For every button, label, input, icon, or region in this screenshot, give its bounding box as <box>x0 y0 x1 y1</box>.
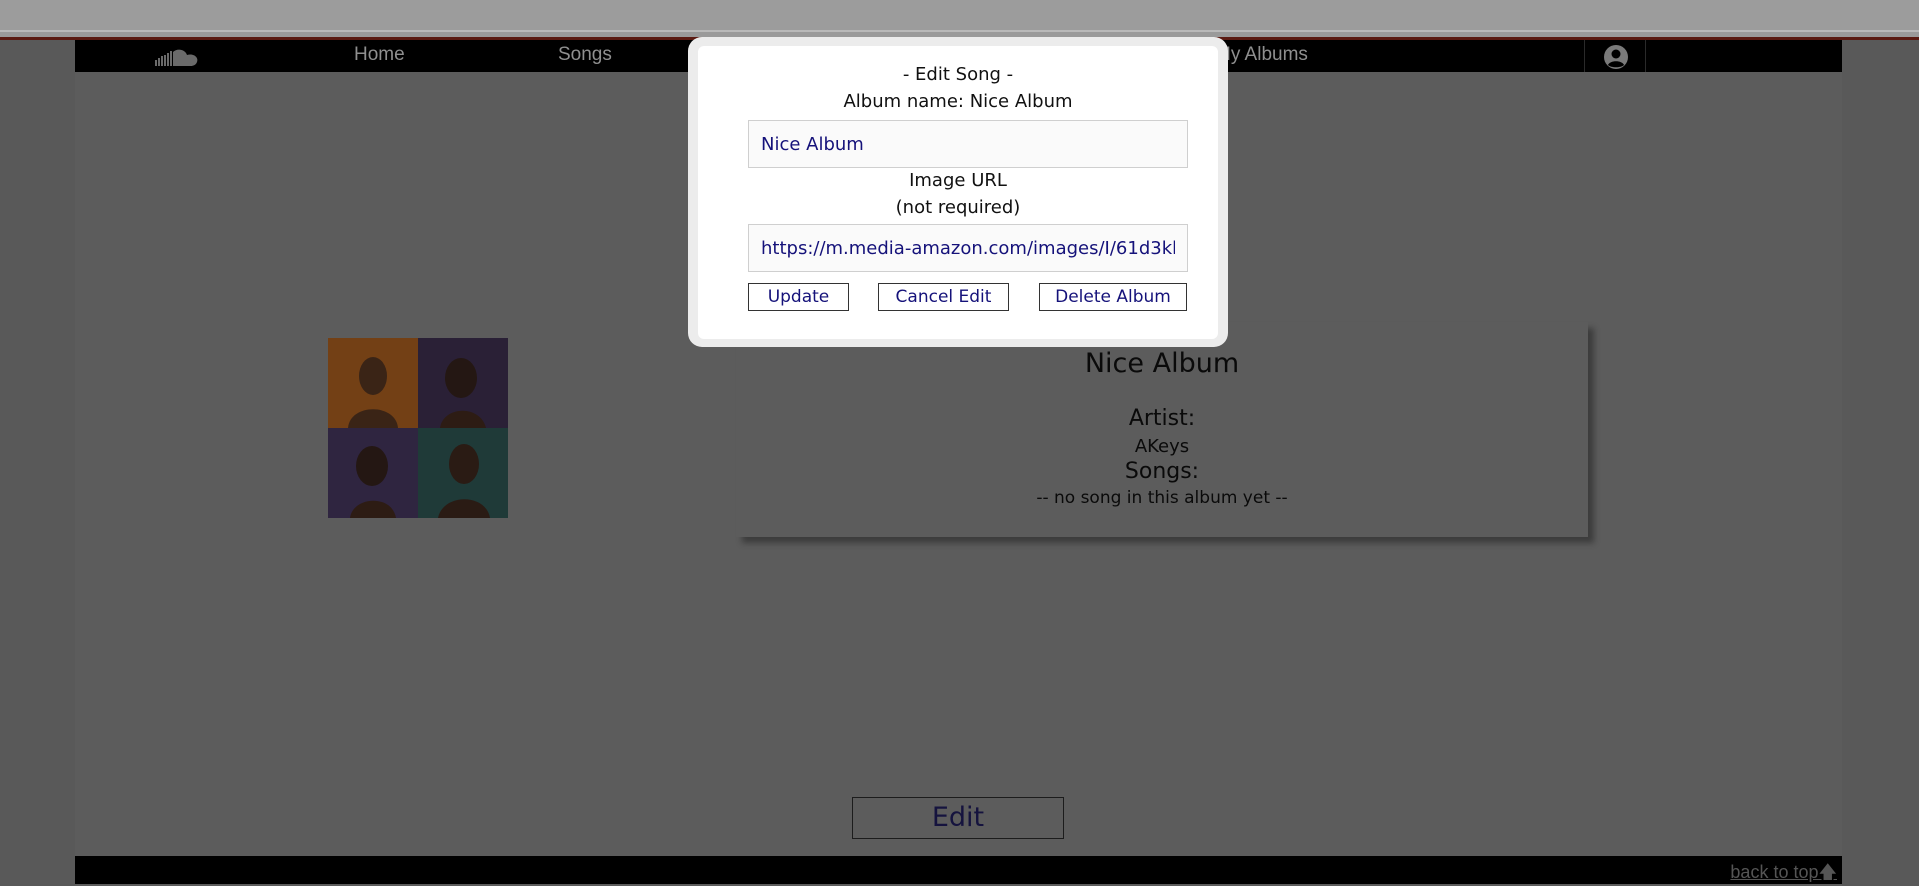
nav-my-albums-link[interactable]: My Albums <box>1215 44 1308 66</box>
back-to-top-label: back to top <box>1730 862 1819 882</box>
edit-button[interactable]: Edit <box>852 797 1064 839</box>
image-url-input[interactable] <box>748 224 1188 272</box>
footer: back to top🡅 <box>75 856 1842 884</box>
songs-empty-message: -- no song in this album yet -- <box>1036 488 1288 508</box>
image-url-label: Image URL <box>909 170 1007 191</box>
update-button[interactable]: Update <box>748 283 849 311</box>
artist-name: AKeys <box>1134 436 1190 457</box>
back-to-top-link[interactable]: back to top🡅 <box>1730 860 1837 886</box>
songs-label: Songs: <box>1124 459 1200 484</box>
album-title: Nice Album <box>1084 348 1240 379</box>
left-margin <box>0 40 75 886</box>
image-url-hint: (not required) <box>895 197 1021 218</box>
album-name-input[interactable] <box>748 120 1188 168</box>
nav-songs-link[interactable]: Songs <box>558 44 612 66</box>
artist-label: Artist: <box>1128 406 1196 431</box>
arrow-up-icon: 🡅 <box>1818 862 1837 882</box>
soundcloud-logo-icon[interactable] <box>155 48 201 68</box>
top-divider <box>0 30 1919 32</box>
browser-top-strip <box>0 0 1919 40</box>
user-menu-button[interactable] <box>1584 40 1646 72</box>
modal-content: - Edit Song - Album name: Nice Album Ima… <box>698 46 1218 339</box>
cancel-edit-button[interactable]: Cancel Edit <box>878 283 1009 311</box>
right-margin <box>1842 40 1919 886</box>
album-name-label: Album name: Nice Album <box>843 91 1073 112</box>
edit-album-modal: - Edit Song - Album name: Nice Album Ima… <box>688 37 1228 347</box>
modal-title: - Edit Song - <box>902 64 1014 85</box>
album-cover-image <box>328 338 508 518</box>
nav-home-link[interactable]: Home <box>354 44 405 66</box>
delete-album-button[interactable]: Delete Album <box>1039 283 1187 311</box>
album-detail-card: Nice Album Artist: AKeys Songs: -- no so… <box>736 322 1588 537</box>
user-circle-icon <box>1604 45 1628 69</box>
